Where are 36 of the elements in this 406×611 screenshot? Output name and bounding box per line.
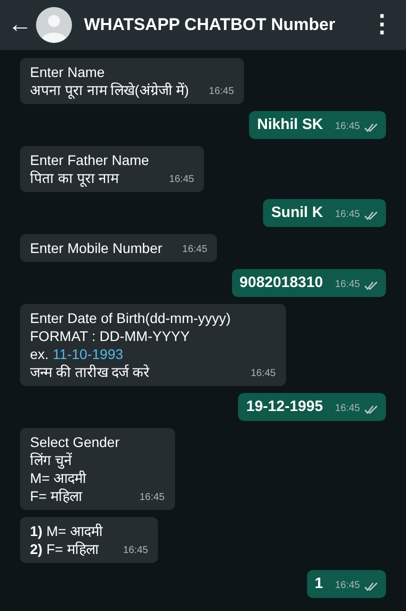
message-text: 1: [314, 575, 323, 593]
message-time: 16:45: [123, 544, 148, 558]
message-text: जन्म की तारीख दर्ज करे: [30, 363, 151, 381]
message-text: Nikhil SK: [257, 116, 323, 134]
message-text: FORMAT : DD-MM-YYYY: [30, 327, 191, 345]
message-text: Enter Name: [30, 63, 106, 81]
message-time: 16:45: [182, 243, 208, 257]
message-time: 16:45: [169, 173, 194, 187]
message-text: 1) M= आदमी: [30, 522, 104, 540]
message-text: 2) F= महिला: [30, 540, 100, 558]
message-text: Enter Date of Birth(dd-mm-yyyy): [30, 309, 231, 327]
menu-button[interactable]: ⋮: [370, 13, 394, 37]
message-text: ex. 11-10-1993: [30, 345, 124, 363]
message-text: F= महिला: [30, 487, 84, 505]
message-time: 16:45: [334, 278, 360, 292]
message-text: लिंग चुनें: [30, 451, 73, 469]
message-text: 19-12-1995: [246, 398, 323, 416]
message-time: 16:45: [250, 367, 276, 381]
message-time: 16:45: [334, 579, 360, 593]
message-time: 16:45: [334, 402, 360, 416]
message-text: Enter Father Name: [30, 151, 150, 169]
message-time: 16:45: [208, 85, 234, 99]
message-text: पिता का पूरा नाम: [30, 169, 120, 187]
date-link[interactable]: 11-10-1993: [52, 346, 124, 362]
back-button[interactable]: ←: [8, 13, 32, 37]
message-text: M= आदमी: [30, 469, 88, 487]
avatar-icon[interactable]: [36, 7, 72, 43]
message-text: Select Gender: [30, 433, 120, 451]
message-time: 16:45: [140, 491, 165, 505]
message-time: 16:45: [334, 208, 360, 222]
message-text: अपना पूरा नाम लिखे(अंग्रेजी में): [30, 81, 189, 99]
message-text: 9082018310: [240, 274, 323, 292]
message-text: Enter Mobile Number: [30, 239, 162, 257]
message-time: 16:45: [334, 120, 360, 134]
message-text: Sunil K: [271, 204, 323, 222]
chat-title: WHATSAPP CHATBOT Number: [84, 14, 336, 36]
